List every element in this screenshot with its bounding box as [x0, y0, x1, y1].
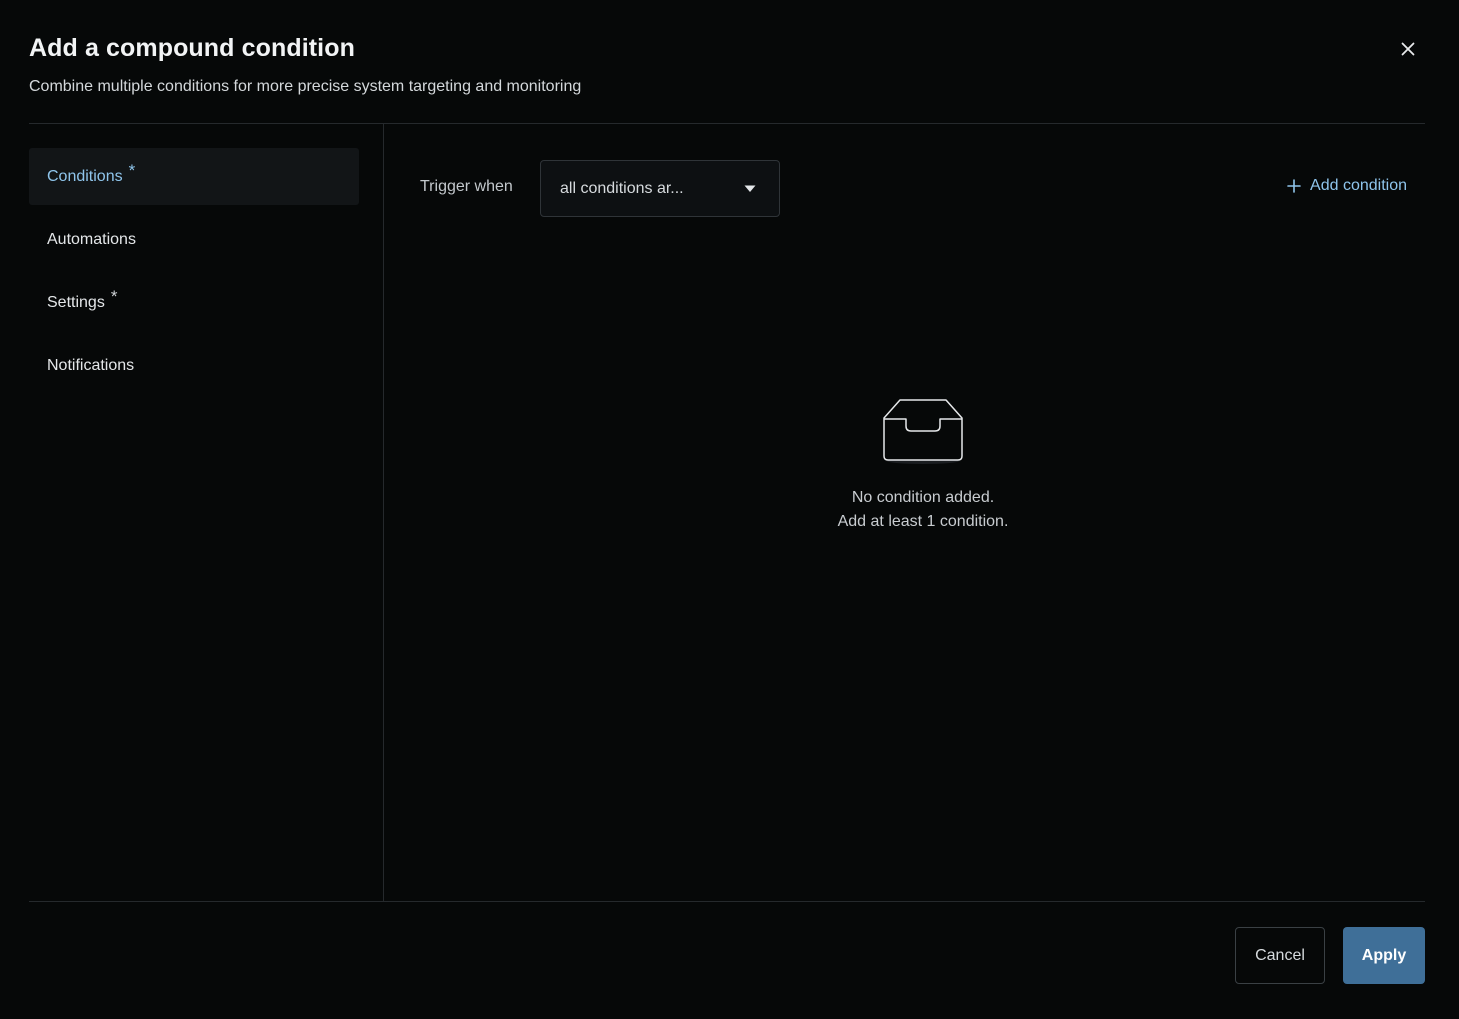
sidebar-item-label: Automations: [47, 230, 136, 248]
close-button[interactable]: [1397, 38, 1419, 60]
header-divider: [29, 123, 1425, 124]
apply-button[interactable]: Apply: [1343, 927, 1425, 984]
empty-state-hint: Add at least 1 condition.: [837, 513, 1009, 530]
trigger-when-select[interactable]: all conditions ar...: [540, 160, 780, 217]
empty-state-title: No condition added.: [851, 489, 995, 506]
sidebar-item-settings[interactable]: Settings *: [29, 274, 359, 331]
close-icon: [1401, 42, 1415, 56]
trigger-when-label: Trigger when: [420, 178, 513, 195]
cancel-button[interactable]: Cancel: [1235, 927, 1325, 984]
sidebar-item-label: Settings: [47, 293, 105, 311]
add-condition-button[interactable]: Add condition: [1287, 177, 1407, 195]
sidebar-item-automations[interactable]: Automations: [29, 211, 359, 268]
dialog-subtitle: Combine multiple conditions for more pre…: [29, 78, 582, 95]
sidebar-item-notifications[interactable]: Notifications: [29, 337, 359, 394]
inbox-icon: [883, 399, 963, 464]
sidebar-nav: Conditions * Automations Settings * Noti…: [29, 148, 359, 400]
footer-divider: [29, 901, 1425, 902]
required-asterisk: *: [128, 160, 136, 180]
dialog-title: Add a compound condition: [29, 34, 355, 62]
sidebar-item-label: Conditions: [47, 167, 123, 185]
required-asterisk: *: [110, 286, 118, 306]
caret-down-icon: [744, 185, 756, 192]
add-condition-label: Add condition: [1310, 177, 1407, 194]
dialog-header: Add a compound condition Combine multipl…: [29, 34, 1425, 104]
compound-condition-dialog: Add a compound condition Combine multipl…: [0, 0, 1459, 1019]
sidebar-item-label: Notifications: [47, 356, 135, 374]
sidebar-item-conditions[interactable]: Conditions *: [29, 148, 359, 205]
plus-icon: [1287, 179, 1301, 193]
trigger-select-value: all conditions ar...: [560, 179, 684, 197]
sidebar-divider: [383, 124, 384, 901]
empty-state: No condition added. Add at least 1 condi…: [778, 398, 1068, 534]
